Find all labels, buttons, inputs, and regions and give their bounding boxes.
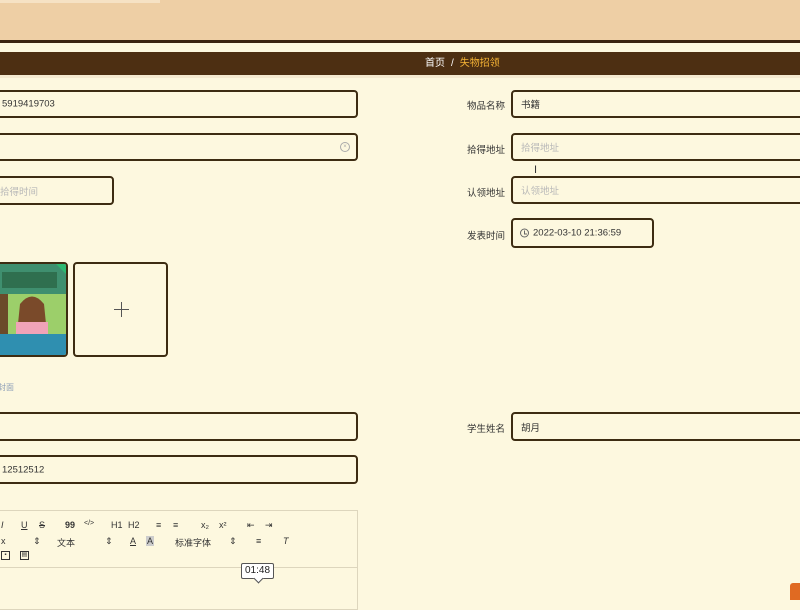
student-name-label: 学生姓名 [467, 424, 506, 435]
breadcrumb-bar-underline [0, 75, 800, 78]
publish-time-value: 2022-03-10 21:36:59 [533, 227, 622, 239]
cover-image-illustration [0, 264, 66, 355]
item-name-label: 物品名称 [467, 101, 506, 112]
video-icon[interactable]: ▤ [20, 551, 29, 560]
lower-left-field[interactable] [0, 412, 358, 441]
rich-text-editor: I U S 99 </> H1 H2 ≡ ≡ x₂ x² ⇤ ⇥ x ⇕ 文本 … [0, 510, 358, 610]
clear-format-icon[interactable]: T [283, 536, 289, 546]
breadcrumb-bar: 首页 / 失物招领 [0, 52, 800, 75]
image-icon[interactable]: ▪ [1, 551, 10, 560]
pickup-location-placeholder: 拾得地址 [521, 143, 560, 154]
superscript-button[interactable]: x² [219, 520, 227, 530]
subscript-button[interactable]: x₂ [201, 520, 209, 530]
claim-location-field[interactable]: 认领地址 [511, 176, 800, 204]
bullet-list-button[interactable]: ≡ [173, 520, 178, 530]
strikethrough-button[interactable]: S [39, 520, 45, 530]
pickup-time-placeholder: 拾得时间 [0, 186, 39, 198]
blockquote-button[interactable]: 99 [65, 520, 75, 530]
code-block-button[interactable]: </> [84, 520, 94, 527]
clear-icon[interactable]: × [340, 142, 350, 152]
phone-field[interactable]: 12512512 [0, 455, 358, 484]
student-name-field[interactable]: 胡月 [511, 412, 800, 441]
add-image-button[interactable] [73, 262, 168, 357]
account-field-value: 5919419703 [2, 98, 55, 110]
editor-toolbar-divider [0, 567, 357, 568]
align-icon[interactable]: ≡ [256, 536, 261, 546]
claim-location-placeholder: 认领地址 [521, 186, 560, 197]
clock-icon [520, 228, 529, 238]
top-header-highlight [0, 0, 160, 3]
pickup-location-field[interactable]: 拾得地址 [511, 133, 800, 161]
heading2-button[interactable]: H2 [128, 520, 140, 530]
outdent-button[interactable]: ⇤ [247, 520, 255, 531]
italic-button[interactable]: I [1, 520, 4, 530]
item-name-field[interactable]: 书籍 [511, 90, 800, 118]
publish-time-label: 发表时间 [467, 231, 506, 242]
font-family-select[interactable]: 标准字体 [175, 536, 211, 549]
phone-field-value: 12512512 [2, 464, 45, 475]
corner-badge-icon[interactable] [790, 583, 800, 600]
video-time-tooltip: 01:48 [241, 563, 275, 579]
underline-button[interactable]: U [21, 520, 28, 530]
font-family-chevron-icon: ⇕ [229, 536, 237, 546]
breadcrumb-separator: / [451, 58, 454, 69]
text-type-chevron-icon: ⇕ [105, 536, 113, 546]
student-name-value: 胡月 [521, 422, 541, 434]
cover-image-thumbnail[interactable] [0, 262, 68, 357]
ordered-list-button[interactable]: ≡ [156, 520, 161, 530]
font-size-select[interactable]: x [1, 536, 6, 546]
breadcrumb-current: 失物招领 [459, 58, 500, 69]
secondary-field[interactable]: × [0, 133, 358, 161]
item-name-value: 书籍 [521, 100, 541, 111]
font-color-icon[interactable]: A [130, 536, 136, 546]
text-type-select[interactable]: 文本 [57, 536, 75, 549]
top-header-bar [0, 0, 800, 43]
publish-time-field[interactable]: 2022-03-10 21:36:59 [511, 218, 654, 248]
breadcrumb-home-link[interactable]: 首页 [425, 58, 445, 69]
pickup-location-label: 拾得地址 [467, 145, 506, 156]
pickup-time-field[interactable]: 拾得时间 [0, 176, 114, 205]
account-field[interactable]: 5919419703 [0, 90, 358, 118]
indent-button[interactable]: ⇥ [265, 520, 273, 531]
font-size-chevron-icon: ⇕ [33, 536, 41, 546]
background-color-icon[interactable]: A [146, 536, 155, 546]
cover-hint: 封面 [0, 383, 14, 392]
breadcrumb: 首页 / 失物招领 [425, 56, 500, 71]
text-cursor-icon: I [534, 164, 538, 176]
claim-location-label: 认领地址 [467, 188, 506, 199]
heading1-button[interactable]: H1 [111, 520, 123, 530]
